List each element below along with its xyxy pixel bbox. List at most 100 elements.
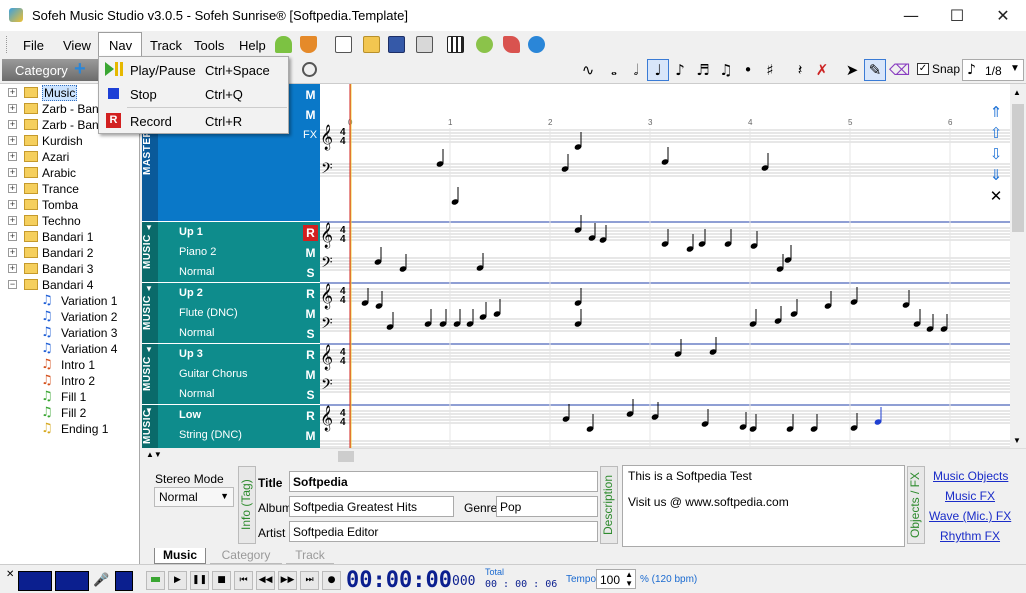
track-header[interactable]: MUSIC ▼ Low String (DNC) R M — [142, 405, 320, 448]
pin-icon[interactable] — [503, 36, 520, 53]
tree-item[interactable]: + Arabic — [0, 165, 139, 181]
maximize-button[interactable]: ☐ — [934, 0, 980, 31]
link-music-fx[interactable]: Music FX — [945, 489, 995, 503]
expand-icon[interactable]: + — [8, 88, 17, 97]
close-small-icon[interactable]: ✕ — [6, 569, 14, 580]
tree-item[interactable]: + Techno — [0, 213, 139, 229]
move-top-icon[interactable]: ⇑ — [988, 102, 1004, 123]
info-tag-tab[interactable]: Info (Tag) — [238, 466, 256, 544]
track-flag-m[interactable]: M — [303, 107, 318, 123]
track-flag-s[interactable]: S — [303, 326, 318, 342]
description-field[interactable]: This is a Softpedia Test Visit us @ www.… — [622, 465, 905, 547]
collapse-icon[interactable]: − — [8, 280, 17, 289]
stereo-mode-select[interactable]: Normal ▼ — [154, 487, 234, 507]
artist-field[interactable]: Softpedia Editor — [289, 521, 598, 542]
close-button[interactable]: ✕ — [980, 0, 1026, 31]
tree-item[interactable]: + Bandari 2 — [0, 245, 139, 261]
expand-icon[interactable]: + — [8, 120, 17, 129]
tree-item[interactable]: + Bandari 1 — [0, 229, 139, 245]
android-icon[interactable] — [275, 36, 292, 53]
tree-item[interactable]: ♫ Ending 1 — [0, 421, 139, 437]
vertical-scrollbar[interactable]: ▲ ▼ — [1010, 84, 1026, 448]
tab-music[interactable]: Music — [154, 548, 206, 564]
menu-item-play-pause[interactable]: Play/Pause Ctrl+Space — [99, 58, 288, 82]
expand-icon[interactable]: + — [8, 200, 17, 209]
go-end-button[interactable]: ⏭ — [300, 571, 319, 590]
tree-item[interactable]: ♫ Intro 1 — [0, 357, 139, 373]
track-flag-r[interactable]: R — [303, 347, 318, 363]
remove-icon[interactable]: ✕ — [988, 186, 1004, 207]
loop-button[interactable] — [146, 571, 165, 590]
menu-file[interactable]: File — [23, 38, 44, 53]
score-canvas[interactable]: 𝄞𝄢44𝄞𝄢44𝄞𝄢44𝄞𝄢44𝄞440123456 — [320, 84, 1010, 448]
tree-item[interactable]: ♫ Variation 2 — [0, 309, 139, 325]
tempo-input[interactable]: 100 ▲ ▼ — [596, 569, 636, 589]
tree-item[interactable]: ♫ Fill 1 — [0, 389, 139, 405]
track-list-scroll[interactable]: ▲▼ — [142, 448, 320, 464]
rewind-button[interactable]: ◀◀ — [256, 571, 275, 590]
expand-icon[interactable]: + — [8, 216, 17, 225]
snap-checkbox[interactable]: ✓ — [917, 63, 929, 75]
pointer-icon[interactable]: ➤ — [842, 61, 862, 79]
sharp-icon[interactable]: ♯ — [760, 61, 780, 79]
tempo-spinner-icon[interactable]: ▲ ▼ — [625, 570, 633, 588]
track-flag-m[interactable]: M — [303, 367, 318, 383]
thirtysecond-note-icon[interactable]: ♫ — [716, 61, 736, 79]
sixteenth-note-icon[interactable]: ♬ — [693, 61, 713, 79]
open-folder-icon[interactable] — [363, 36, 380, 53]
eraser-icon[interactable]: ⌫ — [889, 61, 910, 79]
expand-icon[interactable]: + — [8, 232, 17, 241]
album-field[interactable]: Softpedia Greatest Hits — [289, 496, 454, 517]
whole-note-icon[interactable]: 𝅝 — [604, 61, 624, 79]
track-header[interactable]: MUSIC ▼ Up 2 Flute (DNC) Normal R M S — [142, 283, 320, 343]
dot-icon[interactable]: • — [738, 61, 758, 79]
hscroll-thumb[interactable] — [338, 451, 354, 462]
tree-item[interactable]: ♫ Variation 1 — [0, 293, 139, 309]
settings-gear-icon[interactable] — [528, 36, 545, 53]
coffee-icon[interactable] — [300, 36, 317, 53]
tree-item[interactable]: + Tomba — [0, 197, 139, 213]
track-flag-m[interactable]: M — [303, 87, 318, 103]
scroll-left-arrows[interactable]: ▲▼ — [146, 450, 162, 459]
expand-icon[interactable]: + — [8, 152, 17, 161]
tree-item[interactable]: ♫ Variation 3 — [0, 325, 139, 341]
objects-fx-tab[interactable]: Objects / FX — [907, 466, 925, 544]
rest-icon[interactable]: 𝄽 — [790, 61, 810, 79]
description-tab[interactable]: Description — [600, 466, 618, 544]
track-flag-m[interactable]: M — [303, 306, 318, 322]
go-start-button[interactable]: ⏮ — [234, 571, 253, 590]
track-flag-m[interactable]: M — [303, 428, 318, 444]
track-header[interactable]: MUSIC ▼ Up 1 Piano 2 Normal R M S — [142, 222, 320, 282]
save-icon[interactable] — [388, 36, 405, 53]
new-file-icon[interactable] — [335, 36, 352, 53]
pencil-icon[interactable]: ✎ — [865, 61, 885, 79]
link-music-objects[interactable]: Music Objects — [933, 469, 1008, 483]
genre-field[interactable]: Pop — [496, 496, 598, 517]
record-button[interactable]: ● — [322, 571, 341, 590]
tree-item[interactable]: ♫ Intro 2 — [0, 373, 139, 389]
tree-item[interactable]: + Trance — [0, 181, 139, 197]
expand-icon[interactable]: + — [8, 264, 17, 273]
track-collapse-icon[interactable]: ▼ — [145, 345, 153, 354]
eighth-note-icon[interactable]: ♪ — [670, 61, 690, 79]
curve-icon[interactable]: ∿ — [578, 61, 598, 79]
track-flag-m[interactable]: M — [303, 245, 318, 261]
title-field[interactable]: Softpedia — [289, 471, 598, 492]
move-up-icon[interactable]: ⇧ — [988, 123, 1004, 144]
move-bottom-icon[interactable]: ⇓ — [988, 165, 1004, 186]
zoom-out-icon[interactable] — [302, 62, 317, 77]
menu-nav[interactable]: Nav — [98, 32, 142, 57]
pause-button[interactable]: ❚❚ — [190, 571, 209, 590]
scroll-up-icon[interactable]: ▲ — [1013, 88, 1021, 97]
expand-icon[interactable]: + — [8, 168, 17, 177]
track-collapse-icon[interactable]: ▼ — [145, 284, 153, 293]
menu-track[interactable]: Track — [150, 38, 182, 53]
track-collapse-icon[interactable]: ▼ — [145, 406, 153, 415]
expand-icon[interactable]: + — [8, 136, 17, 145]
move-down-icon[interactable]: ⇩ — [988, 144, 1004, 165]
minimize-button[interactable]: — — [888, 0, 934, 31]
add-category-icon[interactable]: + — [74, 58, 86, 81]
menu-item-record[interactable]: R Record Ctrl+R — [99, 109, 288, 133]
scroll-down-icon[interactable]: ▼ — [1013, 436, 1021, 445]
track-flag-r[interactable]: R — [303, 286, 318, 302]
